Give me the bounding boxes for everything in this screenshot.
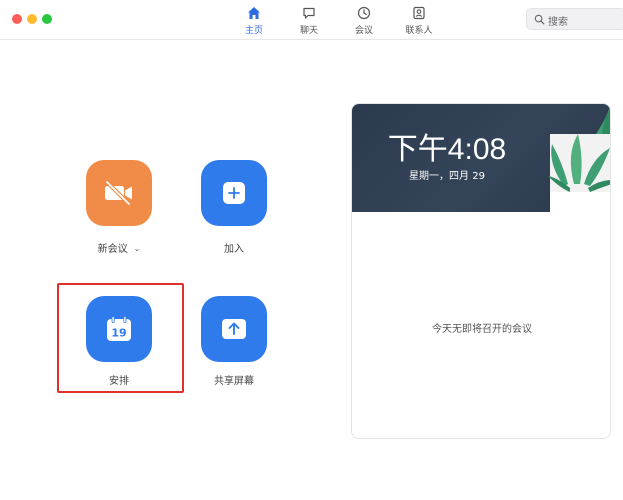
- search-placeholder: 搜索: [548, 17, 568, 28]
- empty-meetings-message: 今天无即将召开的会议: [432, 324, 532, 335]
- home-icon: [248, 7, 260, 19]
- search-input[interactable]: 搜索: [526, 8, 623, 30]
- window-minimize-button[interactable]: [27, 14, 37, 24]
- time-banner: 下午4:08 星期一，四月 29: [352, 104, 610, 212]
- tab-chat[interactable]: 聊天: [284, 0, 334, 40]
- tab-home[interactable]: 主页: [229, 0, 279, 40]
- tab-meetings-label: 会议: [354, 26, 373, 36]
- chevron-down-icon[interactable]: ⌄: [134, 244, 141, 253]
- new-meeting-caption[interactable]: 新会议 ⌄: [86, 240, 152, 255]
- video-off-icon: [105, 180, 132, 206]
- highlight-box: [57, 283, 184, 393]
- join-button[interactable]: [201, 160, 267, 226]
- plus-icon: [223, 182, 245, 204]
- share-screen-label: 共享屏幕: [214, 376, 254, 387]
- current-time: 下午4:08: [387, 133, 507, 166]
- tab-home-label: 主页: [244, 26, 263, 36]
- chat-icon: [303, 7, 315, 19]
- share-screen-button[interactable]: [201, 296, 267, 362]
- tab-meetings[interactable]: 会议: [339, 0, 389, 40]
- tab-chat-label: 聊天: [299, 26, 318, 36]
- plant-illustration: [548, 104, 610, 212]
- new-meeting-button[interactable]: [86, 160, 152, 226]
- tab-contacts[interactable]: 联系人: [394, 0, 444, 40]
- contact-card-icon: [413, 6, 425, 20]
- join-label: 加入: [224, 244, 244, 255]
- window-close-button[interactable]: [12, 14, 22, 24]
- upcoming-meetings-card: 下午4:08 星期一，四月 29 今天无即将召开的会议: [351, 103, 611, 439]
- clock-icon: [357, 6, 371, 20]
- title-bar: 主页 聊天 会议 联系人 搜索: [0, 0, 623, 40]
- search-icon: [534, 14, 545, 25]
- current-date: 星期一，四月 29: [409, 171, 485, 182]
- share-screen-icon: [222, 319, 246, 339]
- new-meeting-label: 新会议: [97, 244, 128, 255]
- tab-contacts-label: 联系人: [405, 26, 433, 36]
- window-maximize-button[interactable]: [42, 14, 52, 24]
